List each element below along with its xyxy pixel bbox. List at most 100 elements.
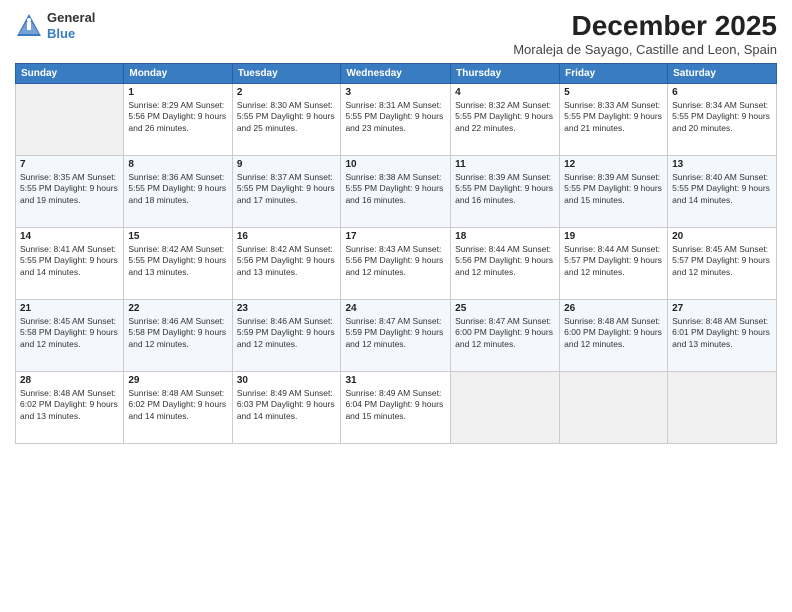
day-number: 2 [237, 87, 337, 98]
day-info: Sunrise: 8:42 AM Sunset: 5:55 PM Dayligh… [128, 244, 227, 278]
day-cell: 21 Sunrise: 8:45 AM Sunset: 5:58 PM Dayli… [16, 300, 124, 372]
day-cell: 10 Sunrise: 8:38 AM Sunset: 5:55 PM Dayli… [341, 156, 451, 228]
column-header-monday: Monday [124, 64, 232, 84]
day-info: Sunrise: 8:48 AM Sunset: 6:02 PM Dayligh… [20, 388, 119, 422]
day-cell [451, 372, 560, 444]
day-number: 26 [564, 303, 663, 314]
column-header-friday: Friday [560, 64, 668, 84]
day-info: Sunrise: 8:43 AM Sunset: 5:56 PM Dayligh… [345, 244, 446, 278]
day-info: Sunrise: 8:47 AM Sunset: 6:00 PM Dayligh… [455, 316, 555, 350]
day-info: Sunrise: 8:35 AM Sunset: 5:55 PM Dayligh… [20, 172, 119, 206]
day-info: Sunrise: 8:31 AM Sunset: 5:55 PM Dayligh… [345, 100, 446, 134]
day-info: Sunrise: 8:38 AM Sunset: 5:55 PM Dayligh… [345, 172, 446, 206]
day-cell: 6 Sunrise: 8:34 AM Sunset: 5:55 PM Daylig… [668, 84, 777, 156]
day-number: 11 [455, 159, 555, 170]
day-info: Sunrise: 8:48 AM Sunset: 6:01 PM Dayligh… [672, 316, 772, 350]
day-number: 20 [672, 231, 772, 242]
day-number: 8 [128, 159, 227, 170]
day-info: Sunrise: 8:40 AM Sunset: 5:55 PM Dayligh… [672, 172, 772, 206]
day-number: 22 [128, 303, 227, 314]
logo-blue: Blue [47, 26, 95, 42]
day-number: 28 [20, 375, 119, 386]
day-number: 14 [20, 231, 119, 242]
day-cell: 19Sunrise: 8:44 AM Sunset: 5:57 PM Dayli… [560, 228, 668, 300]
day-cell: 30Sunrise: 8:49 AM Sunset: 6:03 PM Dayli… [232, 372, 341, 444]
day-info: Sunrise: 8:29 AM Sunset: 5:56 PM Dayligh… [128, 100, 227, 134]
day-number: 18 [455, 231, 555, 242]
day-info: Sunrise: 8:33 AM Sunset: 5:55 PM Dayligh… [564, 100, 663, 134]
day-cell: 1 Sunrise: 8:29 AM Sunset: 5:56 PM Daylig… [124, 84, 232, 156]
location: Moraleja de Sayago, Castille and Leon, S… [513, 42, 777, 57]
day-info: Sunrise: 8:45 AM Sunset: 5:58 PM Dayligh… [20, 316, 119, 350]
day-info: Sunrise: 8:42 AM Sunset: 5:56 PM Dayligh… [237, 244, 337, 278]
day-number: 1 [128, 87, 227, 98]
page: General Blue December 2025 Moraleja de S… [0, 0, 792, 612]
day-number: 3 [345, 87, 446, 98]
day-cell: 12 Sunrise: 8:39 AM Sunset: 5:55 PM Dayli… [560, 156, 668, 228]
day-number: 10 [345, 159, 446, 170]
day-number: 16 [237, 231, 337, 242]
day-cell [16, 84, 124, 156]
day-cell [668, 372, 777, 444]
day-cell: 13 Sunrise: 8:40 AM Sunset: 5:55 PM Dayli… [668, 156, 777, 228]
day-cell: 27Sunrise: 8:48 AM Sunset: 6:01 PM Dayli… [668, 300, 777, 372]
day-cell: 22 Sunrise: 8:46 AM Sunset: 5:58 PM Dayli… [124, 300, 232, 372]
day-number: 19 [564, 231, 663, 242]
day-number: 5 [564, 87, 663, 98]
column-header-thursday: Thursday [451, 64, 560, 84]
day-number: 9 [237, 159, 337, 170]
logo: General Blue [15, 10, 95, 41]
day-cell: 7 Sunrise: 8:35 AM Sunset: 5:55 PM Daylig… [16, 156, 124, 228]
week-row-1: 1 Sunrise: 8:29 AM Sunset: 5:56 PM Daylig… [16, 84, 777, 156]
calendar-table: SundayMondayTuesdayWednesdayThursdayFrid… [15, 63, 777, 444]
day-number: 17 [345, 231, 446, 242]
day-info: Sunrise: 8:37 AM Sunset: 5:55 PM Dayligh… [237, 172, 337, 206]
day-info: Sunrise: 8:44 AM Sunset: 5:56 PM Dayligh… [455, 244, 555, 278]
day-number: 7 [20, 159, 119, 170]
header-row: SundayMondayTuesdayWednesdayThursdayFrid… [16, 64, 777, 84]
day-cell: 2 Sunrise: 8:30 AM Sunset: 5:55 PM Daylig… [232, 84, 341, 156]
day-cell: 28 Sunrise: 8:48 AM Sunset: 6:02 PM Dayli… [16, 372, 124, 444]
day-cell: 14 Sunrise: 8:41 AM Sunset: 5:55 PM Dayli… [16, 228, 124, 300]
month-title: December 2025 [513, 10, 777, 42]
day-info: Sunrise: 8:48 AM Sunset: 6:02 PM Dayligh… [128, 388, 227, 422]
day-info: Sunrise: 8:48 AM Sunset: 6:00 PM Dayligh… [564, 316, 663, 350]
day-info: Sunrise: 8:45 AM Sunset: 5:57 PM Dayligh… [672, 244, 772, 278]
day-number: 6 [672, 87, 772, 98]
day-cell: 15Sunrise: 8:42 AM Sunset: 5:55 PM Dayli… [124, 228, 232, 300]
day-number: 12 [564, 159, 663, 170]
day-cell [560, 372, 668, 444]
day-info: Sunrise: 8:41 AM Sunset: 5:55 PM Dayligh… [20, 244, 119, 278]
day-cell: 11 Sunrise: 8:39 AM Sunset: 5:55 PM Dayli… [451, 156, 560, 228]
day-info: Sunrise: 8:32 AM Sunset: 5:55 PM Dayligh… [455, 100, 555, 134]
day-cell: 23Sunrise: 8:46 AM Sunset: 5:59 PM Dayli… [232, 300, 341, 372]
day-number: 13 [672, 159, 772, 170]
day-number: 25 [455, 303, 555, 314]
day-number: 24 [345, 303, 446, 314]
column-header-sunday: Sunday [16, 64, 124, 84]
day-info: Sunrise: 8:34 AM Sunset: 5:55 PM Dayligh… [672, 100, 772, 134]
logo-general: General [47, 10, 95, 26]
day-info: Sunrise: 8:46 AM Sunset: 5:59 PM Dayligh… [237, 316, 337, 350]
day-cell: 24 Sunrise: 8:47 AM Sunset: 5:59 PM Dayli… [341, 300, 451, 372]
day-number: 21 [20, 303, 119, 314]
day-cell: 4Sunrise: 8:32 AM Sunset: 5:55 PM Daylig… [451, 84, 560, 156]
column-header-saturday: Saturday [668, 64, 777, 84]
logo-icon [15, 12, 43, 40]
day-cell: 25 Sunrise: 8:47 AM Sunset: 6:00 PM Dayli… [451, 300, 560, 372]
day-info: Sunrise: 8:49 AM Sunset: 6:03 PM Dayligh… [237, 388, 337, 422]
day-cell: 26 Sunrise: 8:48 AM Sunset: 6:00 PM Dayli… [560, 300, 668, 372]
day-info: Sunrise: 8:47 AM Sunset: 5:59 PM Dayligh… [345, 316, 446, 350]
day-info: Sunrise: 8:46 AM Sunset: 5:58 PM Dayligh… [128, 316, 227, 350]
day-cell: 3 Sunrise: 8:31 AM Sunset: 5:55 PM Daylig… [341, 84, 451, 156]
column-header-tuesday: Tuesday [232, 64, 341, 84]
day-cell: 31Sunrise: 8:49 AM Sunset: 6:04 PM Dayli… [341, 372, 451, 444]
day-cell: 5 Sunrise: 8:33 AM Sunset: 5:55 PM Daylig… [560, 84, 668, 156]
day-cell: 9 Sunrise: 8:37 AM Sunset: 5:55 PM Daylig… [232, 156, 341, 228]
day-info: Sunrise: 8:30 AM Sunset: 5:55 PM Dayligh… [237, 100, 337, 134]
day-cell: 16 Sunrise: 8:42 AM Sunset: 5:56 PM Dayli… [232, 228, 341, 300]
day-info: Sunrise: 8:39 AM Sunset: 5:55 PM Dayligh… [455, 172, 555, 206]
week-row-3: 14 Sunrise: 8:41 AM Sunset: 5:55 PM Dayli… [16, 228, 777, 300]
day-number: 31 [345, 375, 446, 386]
day-info: Sunrise: 8:39 AM Sunset: 5:55 PM Dayligh… [564, 172, 663, 206]
